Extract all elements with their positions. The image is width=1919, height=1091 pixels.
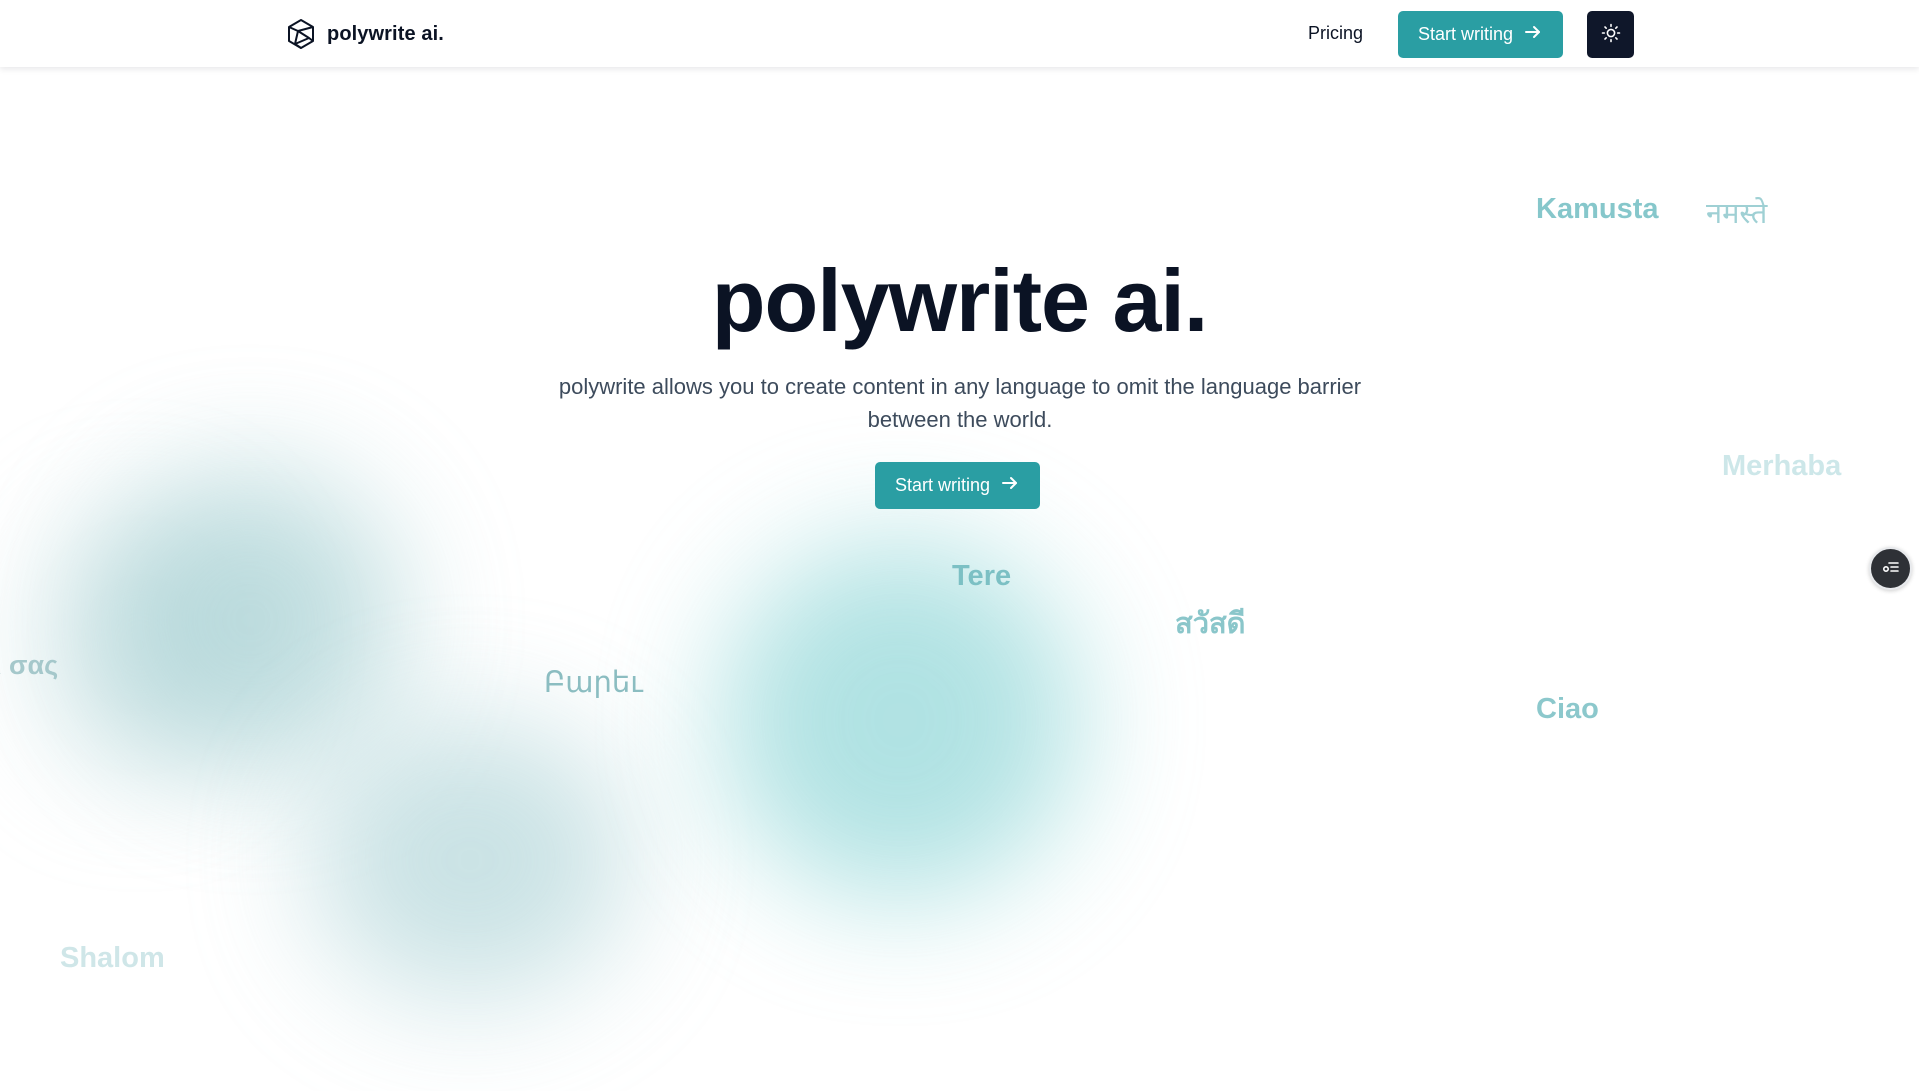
greeting-kamusta: Kamusta [1536, 193, 1659, 225]
background-blob [310, 720, 630, 1000]
hero-subtitle-line-1: polywrite allows you to create content i… [558, 374, 1362, 399]
top-navbar: polywrite ai. Pricing Start writing [0, 0, 1919, 67]
nav-start-writing-label: Start writing [1418, 24, 1514, 44]
theme-toggle-button[interactable] [1587, 11, 1634, 58]
greeting-tere: Tere [952, 560, 1012, 592]
hero-start-writing-button[interactable]: Start writing [875, 462, 1041, 509]
pricing-link[interactable]: Pricing [1308, 23, 1363, 44]
greeting-namaste: नमस्ते [1706, 198, 1768, 230]
greeting-sawatdee: สวัสดี [1175, 608, 1246, 640]
landing-page: polywrite ai. Pricing Start writing Kamu… [0, 0, 1919, 1091]
nav-start-writing-button[interactable]: Start writing [1398, 11, 1564, 58]
greeting-barev: Բարեւ [544, 667, 643, 699]
sun-icon [1601, 23, 1621, 46]
list-settings-icon [1881, 557, 1901, 580]
arrow-right-icon [1000, 473, 1020, 498]
hero-title: polywrite ai. [711, 251, 1209, 350]
hero-subtitle-line-2: between the world. [867, 407, 1053, 432]
greeting-ciao: Ciao [1536, 693, 1599, 725]
background-blob [720, 540, 1080, 900]
arrow-right-icon [1523, 22, 1543, 47]
greeting-greek-partial: ι σας [0, 650, 59, 680]
background-blob [100, 470, 400, 770]
brand-home-link[interactable]: polywrite ai. [285, 18, 444, 50]
hero-start-writing-label: Start writing [895, 475, 991, 495]
greeting-merhaba: Merhaba [1722, 450, 1842, 482]
greeting-shalom: Shalom [60, 942, 165, 974]
brand-name: polywrite ai. [327, 22, 444, 45]
polyhedron-logo-icon [285, 18, 317, 50]
side-floating-action-button[interactable] [1869, 547, 1912, 590]
hero-subtitle: polywrite allows you to create content i… [530, 370, 1390, 436]
